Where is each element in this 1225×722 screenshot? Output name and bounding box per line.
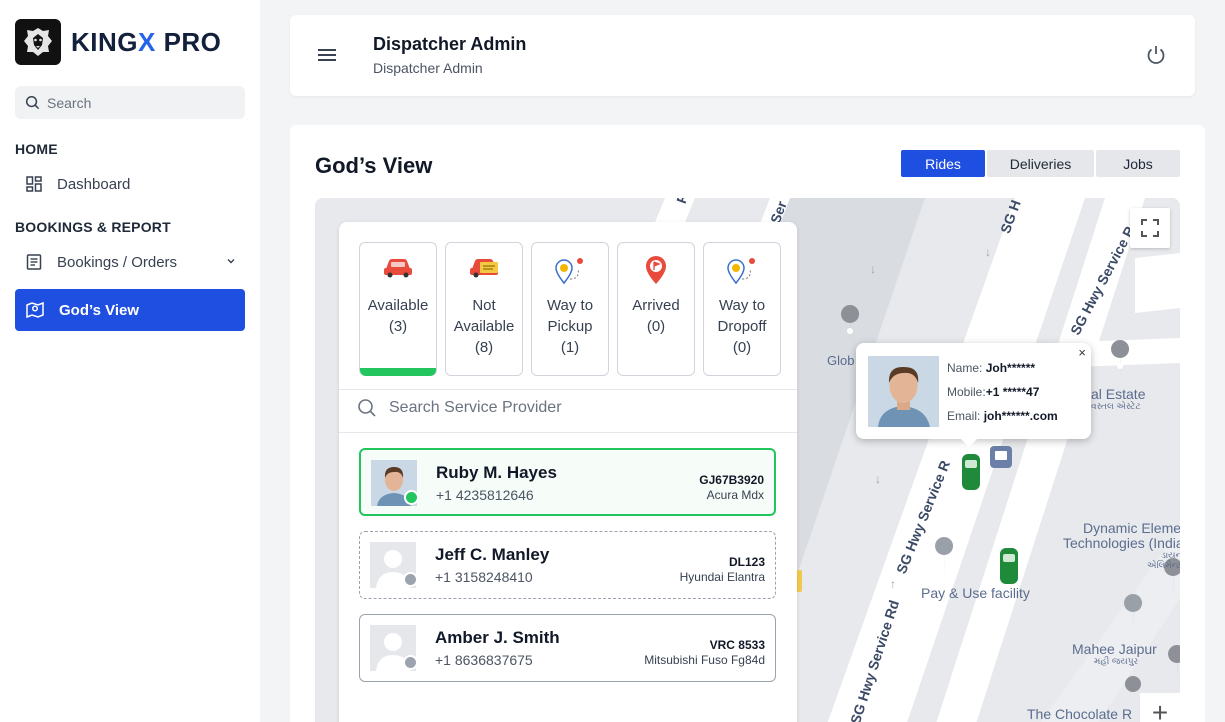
sidebar-item-label: God’s View [59,301,140,319]
provider-panel: Available (3) Not Available (8) Way to Picku… [339,222,797,722]
poi-label: એલિમેન્ટ [1147,560,1180,570]
driver-name: Amber J. Smith [435,628,560,647]
vehicle-plate: DL123 [728,555,765,569]
route-dropoff-icon [727,258,755,285]
status-way-to-dropoff[interactable]: Way to Dropoff (0) [703,242,781,376]
hamburger-menu-icon[interactable] [318,48,336,62]
vehicle-plate: VRC 8533 [709,638,765,652]
popup-name-row: Name: Joh****** [947,361,1036,375]
top-header: Dispatcher Admin Dispatcher Admin [290,15,1195,96]
svg-text:↓: ↓ [870,262,876,276]
tab-deliveries[interactable]: Deliveries [987,150,1094,177]
divider [339,432,797,433]
brand[interactable]: KINGX PRO [15,18,245,66]
search-icon [25,95,40,110]
poi-label: Mahee Jaipur [1072,641,1157,657]
sidebar-search-placeholder: Search [47,94,92,111]
sidebar: KINGX PRO Search HOME Dashboard BOOKINGS… [0,0,260,722]
chevron-down-icon [227,259,235,264]
provider-search-input[interactable]: Search Service Provider [357,398,562,418]
driver-card-jeff[interactable]: Jeff C. Manley +1 3158248410 DL123 Hyund… [359,531,776,599]
poi-label: Glob [827,353,855,368]
list-icon [26,254,42,270]
status-filters: Available (3) Not Available (8) Way to Picku… [359,242,781,376]
driver-card-amber[interactable]: Amber J. Smith +1 8636837675 VRC 8533 Mi… [359,614,776,682]
sidebar-item-bookings[interactable]: Bookings / Orders [15,241,245,283]
lion-logo-icon [15,19,61,65]
poi-label: al Estate [1091,386,1146,402]
power-icon[interactable] [1145,44,1167,66]
fullscreen-icon [1141,219,1159,237]
popup-mobile-row: Mobile:+1 *****47 [947,385,1040,399]
online-status-dot [404,490,419,505]
map-pin-icon [26,301,44,319]
sidebar-item-dashboard[interactable]: Dashboard [15,163,245,205]
driver-name: Ruby M. Hayes [436,463,557,482]
driver-name: Jeff C. Manley [435,545,550,564]
gods-view-card: God’s View Rides Deliveries Jobs ↓ ↓ ↓ ↑ [290,125,1205,722]
status-available[interactable]: Available (3) [359,242,437,376]
offline-status-dot [403,572,418,587]
vehicle-model: Mitsubishi Fuso Fg84d [644,653,765,667]
sidebar-item-label: Dashboard [57,175,131,193]
driver-photo-icon [868,356,939,427]
driver-card-ruby[interactable]: Ruby M. Hayes +1 4235812646 GJ67B3920 Ac… [359,448,776,516]
search-icon [358,399,376,417]
page-title: God’s View [315,153,433,178]
vehicle-plate: GJ67B3920 [699,473,764,487]
poi-label: વસ્તલ એસ્ટેટ [1091,401,1141,411]
section-home: HOME [15,141,58,157]
popup-email-row: Email: joh******.com [947,409,1058,423]
fullscreen-button[interactable] [1130,208,1170,248]
popup-close-icon[interactable]: × [1078,345,1086,360]
status-not-available[interactable]: Not Available (8) [445,242,523,376]
svg-text:↓: ↓ [875,472,881,486]
vehicle-model: Hyundai Elantra [679,570,765,584]
poi-label: Technologies (India [1063,535,1180,551]
poi-label: Pay & Use facility [921,585,1030,601]
route-pickup-icon [555,258,583,285]
zoom-in-button[interactable]: + [1140,693,1180,722]
tab-jobs[interactable]: Jobs [1096,150,1180,177]
car-red-icon [384,259,412,278]
vehicle-model: Acura Mdx [706,488,764,502]
section-bookings: BOOKINGS & REPORT [15,219,171,235]
sidebar-search[interactable]: Search [15,86,245,119]
selected-indicator [360,368,436,376]
svg-text:↑: ↑ [890,577,896,591]
service-tabs: Rides Deliveries Jobs [901,150,1180,177]
offline-status-dot [403,655,418,670]
sidebar-item-gods-view[interactable]: God’s View [15,289,245,331]
status-arrived[interactable]: Arrived (0) [617,242,695,376]
svg-text:↓: ↓ [985,245,991,259]
driver-phone: +1 8636837675 [435,652,533,668]
car-unavailable-icon [470,259,498,278]
header-title: Dispatcher Admin [373,34,527,54]
header-subtitle: Dispatcher Admin [373,60,483,76]
driver-phone: +1 4235812646 [436,487,534,503]
dashboard-icon [26,176,42,192]
poi-label: મહી જયપુર [1094,656,1139,666]
sidebar-item-label: Bookings / Orders [57,253,178,271]
map-view[interactable]: ↓ ↓ ↓ ↑ Rd Ser SG H [315,198,1180,722]
poi-label: The Chocolate R [1027,706,1133,722]
poi-label: Dynamic Eleme [1083,520,1180,536]
divider [339,389,797,390]
status-way-to-pickup[interactable]: Way to Pickup (1) [531,242,609,376]
flag-pin-icon [646,256,666,284]
provider-search-placeholder: Search Service Provider [389,399,562,416]
brand-name: KINGX PRO [71,26,222,57]
tab-rides[interactable]: Rides [901,150,985,177]
driver-info-popup: Name: Joh****** Mobile:+1 *****47 Email:… [856,343,1091,447]
driver-phone: +1 3158248410 [435,569,533,585]
